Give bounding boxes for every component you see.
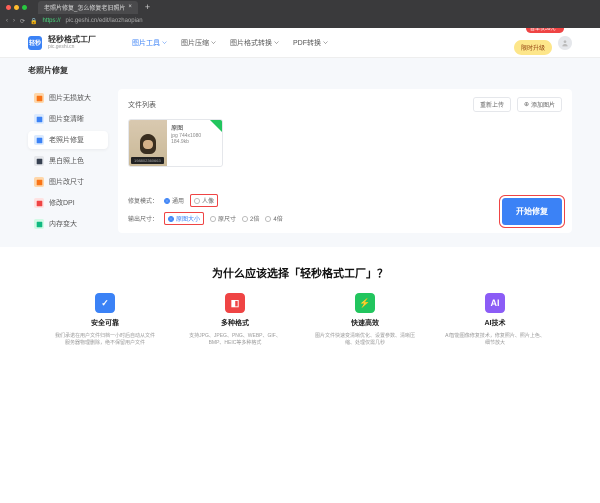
logo-icon[interactable]: 轻秒 [28, 36, 42, 50]
mode-general[interactable]: 通用 [164, 196, 184, 205]
file-icon: ◧ [225, 293, 245, 313]
size-original[interactable]: 原图大小 [164, 212, 204, 225]
why-heading: 为什么应该选择「轻秒格式工厂」？ [0, 247, 600, 293]
file-card[interactable]: 198802360663 原图 jpg 744x1080 184.9kb [128, 119, 223, 167]
promo-badge: 首单仅39元 [526, 28, 564, 33]
mode-label: 修复模式： [128, 196, 158, 205]
brand-block: 轻秒格式工厂 pic.geshi.cn [48, 36, 96, 50]
size-4x[interactable]: 4倍 [265, 214, 282, 223]
minimize-window-icon[interactable] [14, 5, 19, 10]
check-corner-icon [210, 120, 222, 132]
close-tab-icon[interactable]: × [128, 4, 132, 10]
nav-item-compress[interactable]: 图片压缩 [181, 38, 216, 48]
file-id-tag: 198802360663 [131, 157, 164, 164]
browser-tab[interactable]: 老照片修复_怎么修复老旧照片 × [38, 1, 138, 14]
file-info: jpg 744x1080 184.9kb [171, 133, 218, 145]
add-image-button[interactable]: ⊕添加图片 [517, 97, 562, 112]
nav-item-image-tools[interactable]: 图片工具 [132, 38, 167, 48]
site-header: 轻秒 轻秒格式工厂 pic.geshi.cn 图片工具 图片压缩 图片格式转换 … [0, 28, 600, 58]
file-thumbnail: 198802360663 [129, 120, 167, 167]
tab-title: 老照片修复_怎么修复老旧照片 [44, 3, 125, 12]
forward-icon[interactable]: › [13, 18, 15, 24]
reload-icon[interactable]: ⟳ [20, 18, 25, 25]
mode-row: 修复模式： 通用 人像 [128, 194, 283, 207]
upgrade-wrap: 首单仅39元 限时升级 [514, 31, 552, 55]
shield-icon: ✓ [95, 293, 115, 313]
sidebar-item-filesize[interactable]: 内存变大 [28, 215, 108, 233]
sidebar-item-sharpen[interactable]: 图片变清晰 [28, 110, 108, 128]
upgrade-button[interactable]: 限时升级 [514, 40, 552, 55]
size-row: 输出尺寸： 原图大小 原尺寸 2倍 4倍 [128, 212, 283, 225]
work-area: 图片无损放大 图片变清晰 老照片修复 黑白照上色 图片改尺寸 修改DPI 内存变… [0, 83, 600, 247]
maximize-window-icon[interactable] [22, 5, 27, 10]
mode-portrait[interactable]: 人像 [190, 194, 218, 207]
close-window-icon[interactable] [6, 5, 11, 10]
nav-item-pdf[interactable]: PDF转换 [293, 38, 328, 48]
file-list: 198802360663 原图 jpg 744x1080 184.9kb [128, 119, 562, 167]
brand-name: 轻秒格式工厂 [48, 36, 96, 44]
new-tab-icon[interactable]: + [145, 2, 150, 12]
sidebar-item-resize[interactable]: 图片改尺寸 [28, 173, 108, 191]
page-content: 轻秒 轻秒格式工厂 pic.geshi.cn 图片工具 图片压缩 图片格式转换 … [0, 28, 600, 503]
feature-safe: ✓ 安全可靠 我们承诺在用户文件归档一小时后自动从文件服务器物理删除，绝不保留用… [55, 293, 155, 346]
nav-item-convert[interactable]: 图片格式转换 [230, 38, 279, 48]
url-text[interactable]: pic.geshi.cn/edit/laozhaopian [66, 18, 143, 24]
plus-icon: ⊕ [524, 101, 529, 108]
sidebar-item-enlarge[interactable]: 图片无损放大 [28, 89, 108, 107]
size-label: 输出尺寸： [128, 214, 158, 223]
file-panel: 文件列表 重新上传 ⊕添加图片 198802360663 原图 jpg 744x… [118, 89, 572, 233]
start-button[interactable]: 开始修复 [502, 198, 562, 225]
ai-icon: AI [485, 293, 505, 313]
size-2x[interactable]: 2倍 [242, 214, 259, 223]
sidebar-item-restore[interactable]: 老照片修复 [28, 131, 108, 149]
sidebar-item-dpi[interactable]: 修改DPI [28, 194, 108, 212]
tool-sidebar: 图片无损放大 图片变清晰 老照片修复 黑白照上色 图片改尺寸 修改DPI 内存变… [28, 89, 108, 233]
brand-sub: pic.geshi.cn [48, 44, 96, 50]
panel-title: 文件列表 [128, 100, 156, 110]
feature-ai: AI AI技术 AI智能图像修复技术，修复照片、照片上色、细节放大 [445, 293, 545, 346]
page-title: 老照片修复 [0, 58, 600, 83]
options-row: 修复模式： 通用 人像 输出尺寸： 原图大小 原尺寸 2倍 4倍 开始修复 [128, 186, 562, 225]
url-bar: ‹ › ⟳ 🔒 https://pic.geshi.cn/edit/laozha… [0, 14, 600, 28]
features-row: ✓ 安全可靠 我们承诺在用户文件归档一小时后自动从文件服务器物理删除，绝不保留用… [0, 293, 600, 356]
bolt-icon: ⚡ [355, 293, 375, 313]
size-same[interactable]: 原尺寸 [210, 214, 236, 223]
back-icon[interactable]: ‹ [6, 18, 8, 24]
window-titlebar: 老照片修复_怎么修复老旧照片 × + [0, 0, 600, 14]
feature-formats: ◧ 多种格式 支持JPG、JPEG、PNG、WEBP、GIF、BMP、HEIC等… [185, 293, 285, 346]
reupload-button[interactable]: 重新上传 [473, 97, 511, 112]
sidebar-item-colorize[interactable]: 黑白照上色 [28, 152, 108, 170]
lock-icon: 🔒 [30, 18, 37, 25]
main-nav: 图片工具 图片压缩 图片格式转换 PDF转换 [132, 38, 328, 48]
avatar[interactable] [558, 36, 572, 50]
feature-fast: ⚡ 快速高效 图片文件快速变清晰优化、设置参数、清晰压缩、处理仅需几秒 [315, 293, 415, 346]
